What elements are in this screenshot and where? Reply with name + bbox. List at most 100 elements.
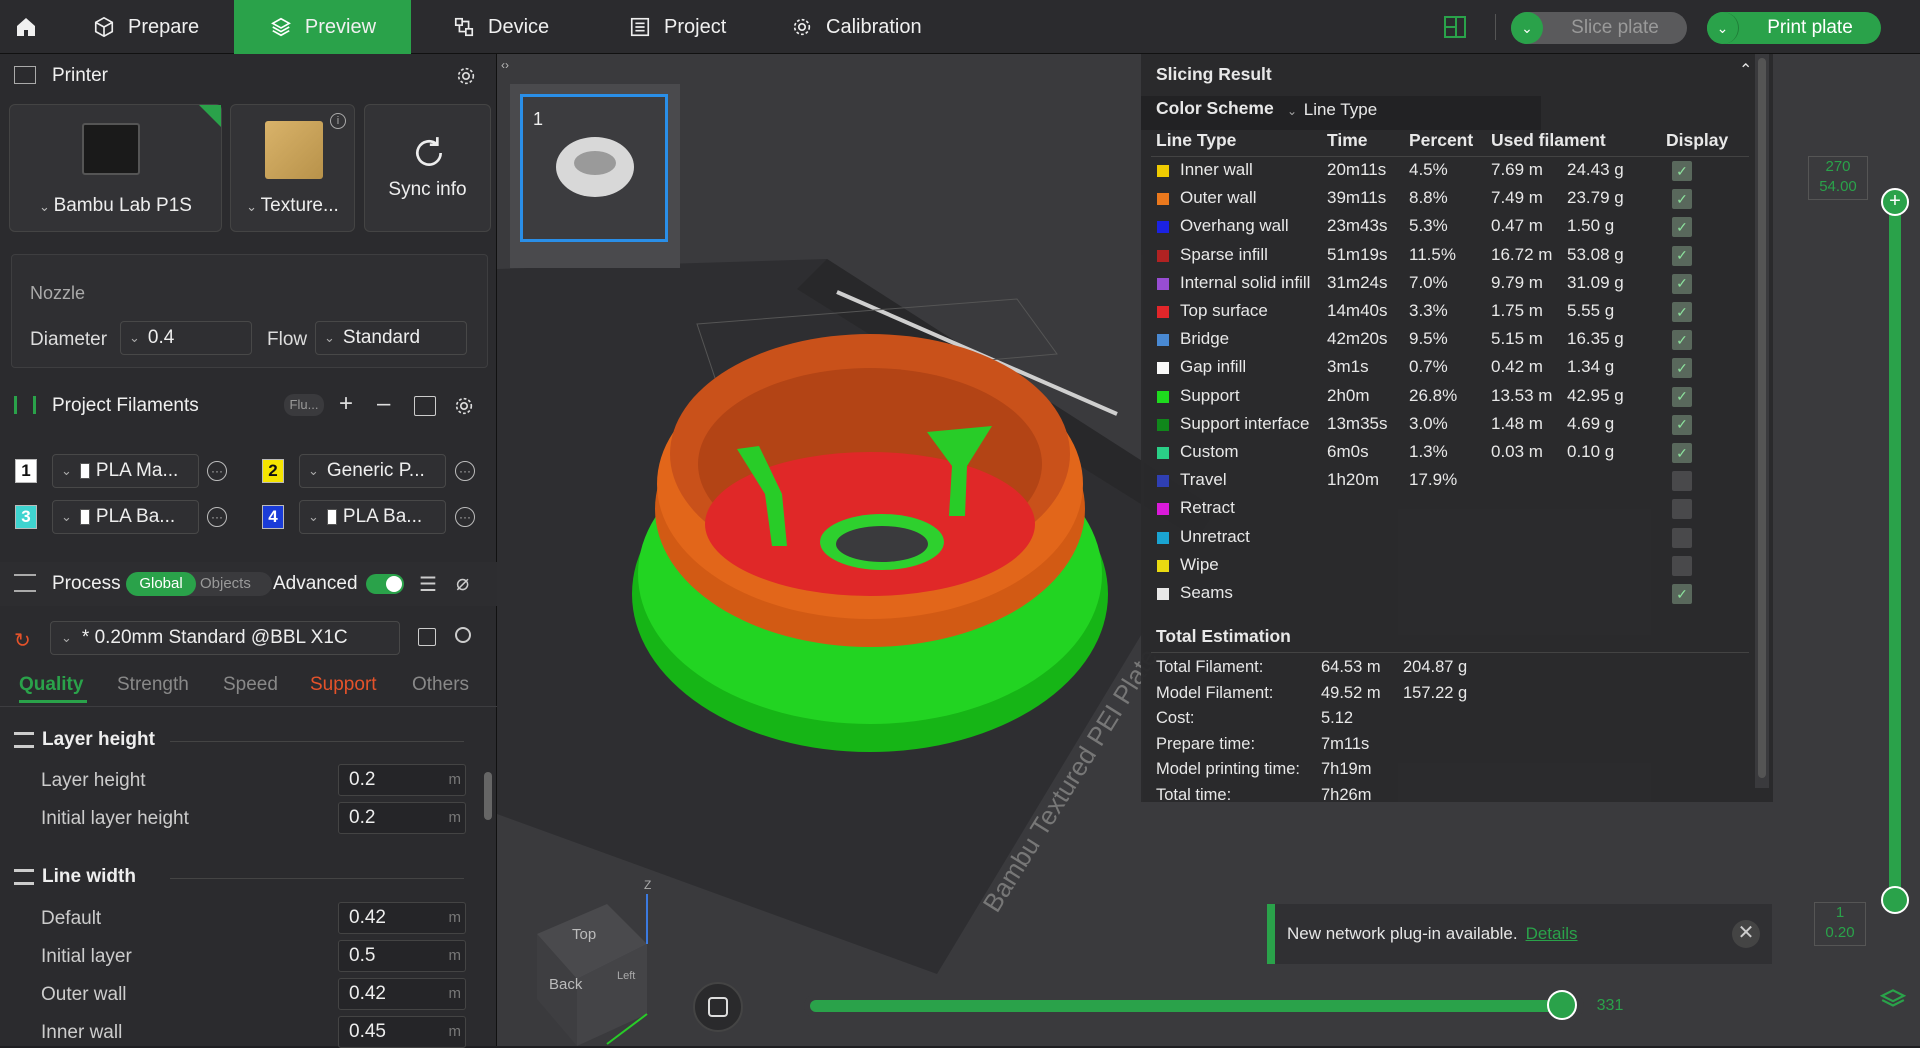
default-width-value: 0.42 — [349, 907, 386, 928]
layer-slider-bottom-handle[interactable] — [1881, 886, 1909, 914]
layer-slider-top-handle[interactable]: + — [1881, 188, 1909, 216]
tab-preview[interactable]: Preview — [234, 0, 411, 54]
display-checkbox[interactable]: ✓ — [1672, 245, 1692, 266]
tab-others[interactable]: Others — [412, 674, 469, 696]
display-checkbox[interactable]: ✓ — [1672, 330, 1692, 351]
printer-settings-icon[interactable] — [455, 65, 477, 93]
print-plate-button[interactable]: ⌄ Print plate — [1707, 12, 1881, 44]
flush-button[interactable]: Flu... — [284, 394, 324, 416]
home-button[interactable] — [14, 0, 38, 54]
slice-plate-button[interactable]: ⌄ Slice plate — [1511, 12, 1687, 44]
panel-scrollbar[interactable] — [1755, 54, 1769, 788]
settings-scrollbar[interactable] — [484, 772, 492, 820]
printer-machine-select[interactable]: ⌄ Bambu Lab P1S — [10, 195, 221, 217]
sync-info-button[interactable]: Sync info — [364, 104, 491, 232]
filament-1-select[interactable]: ⌄ PLA Ma... — [52, 454, 199, 488]
layer-height-input[interactable]: 0.2 m — [338, 764, 466, 796]
tab-support[interactable]: Support — [310, 674, 377, 696]
filament-3-select[interactable]: ⌄ PLA Ba... — [52, 500, 199, 534]
collapse-panel-icon[interactable]: ⌃ — [1739, 60, 1752, 80]
inner-wall-width-input[interactable]: 0.45 m — [338, 1016, 466, 1048]
display-checkbox[interactable]: ✓ — [1672, 161, 1692, 181]
tab-calibration-label: Calibration — [826, 15, 922, 38]
filament-4-more-icon[interactable]: ··· — [455, 507, 475, 527]
filament-1-more-icon[interactable]: ··· — [207, 461, 227, 481]
tab-strength[interactable]: Strength — [117, 674, 189, 696]
global-toggle[interactable]: Global — [126, 572, 196, 596]
filament-4-swatch[interactable]: 4 — [262, 505, 284, 529]
display-checkbox[interactable]: ✓ — [1672, 584, 1692, 604]
default-width-unit: m — [448, 909, 462, 926]
tab-quality[interactable]: Quality — [19, 674, 83, 696]
display-checkbox[interactable]: ✓ — [1672, 443, 1692, 463]
filament-3-swatch[interactable]: 3 — [15, 505, 37, 529]
process-preset-select[interactable]: ⌄ * 0.20mm Standard @BBL X1C — [50, 621, 400, 655]
display-checkbox[interactable]: ✓ — [1672, 302, 1692, 322]
layers-legend-icon[interactable] — [1879, 988, 1907, 1010]
filament-3-more-icon[interactable]: ··· — [207, 507, 227, 527]
search-icon[interactable] — [455, 627, 471, 643]
line-type-time: 51m19s — [1327, 244, 1388, 264]
line-type-swatch — [1157, 390, 1169, 403]
chevron-down-icon[interactable]: ⌄ — [1707, 12, 1739, 44]
flow-select[interactable]: ⌄ Standard — [315, 321, 467, 355]
tab-speed[interactable]: Speed — [223, 674, 278, 696]
display-checkbox[interactable]: ✓ — [1672, 414, 1692, 435]
outer-wall-width-input[interactable]: 0.42 m — [338, 978, 466, 1010]
view-cube-left-label: Left — [617, 970, 635, 982]
tab-device[interactable]: Device — [452, 0, 549, 54]
tab-project[interactable]: Project — [628, 0, 726, 54]
plate-thumbnail[interactable]: 1 — [520, 94, 668, 242]
display-checkbox[interactable]: ✓ — [1672, 358, 1692, 379]
printer-machine-card[interactable]: ⌄ Bambu Lab P1S — [9, 104, 222, 232]
filament-4-select[interactable]: ⌄ PLA Ba... — [299, 500, 446, 534]
initial-layer-width-input[interactable]: 0.5 m — [338, 940, 466, 972]
filament-1-swatch[interactable]: 1 — [15, 459, 37, 483]
move-slider-handle[interactable] — [1547, 990, 1577, 1020]
total-label: Cost: — [1156, 709, 1195, 727]
line-width-icon — [14, 869, 34, 885]
plate-type-card[interactable]: i ⌄ Texture... — [230, 104, 355, 232]
tab-prepare[interactable]: Prepare — [92, 0, 199, 54]
filament-2-more-icon[interactable]: ··· — [455, 461, 475, 481]
save-preset-icon[interactable] — [418, 628, 436, 646]
objects-toggle[interactable]: Objects — [200, 572, 251, 596]
layout-toggle-icon[interactable] — [1444, 16, 1466, 38]
default-width-input[interactable]: 0.42 m — [338, 902, 466, 934]
chevron-down-icon[interactable]: ⌄ — [1511, 12, 1543, 44]
display-checkbox[interactable]: ✓ — [1672, 386, 1692, 407]
display-checkbox[interactable]: ✓ — [1672, 471, 1692, 492]
advanced-toggle[interactable] — [366, 574, 404, 594]
layer-slider-track[interactable] — [1889, 200, 1901, 900]
display-checkbox[interactable]: ✓ — [1672, 527, 1692, 548]
line-type-swatch — [1157, 503, 1169, 516]
filament-sync-icon[interactable] — [414, 396, 436, 416]
close-icon[interactable]: ✕ — [1732, 920, 1760, 948]
filament-2-select[interactable]: ⌄ Generic P... — [299, 454, 446, 488]
info-icon[interactable]: i — [330, 113, 346, 129]
collapse-sidebar-icon[interactable]: ‹› — [501, 58, 509, 72]
plate-type-select[interactable]: ⌄ Texture... — [231, 195, 354, 217]
filament-2-swatch[interactable]: 2 — [262, 459, 284, 483]
tab-calibration[interactable]: Calibration — [790, 0, 922, 54]
line-type-meters: 13.53 m — [1491, 385, 1553, 405]
display-checkbox[interactable]: ✓ — [1672, 217, 1692, 238]
display-checkbox[interactable]: ✓ — [1672, 499, 1692, 520]
compare-icon[interactable]: ⌀ — [456, 570, 469, 596]
move-slider-track[interactable] — [804, 994, 1584, 1018]
color-scheme-select[interactable]: ⌄ Line Type — [1287, 100, 1377, 120]
initial-layer-height-input[interactable]: 0.2 m — [338, 802, 466, 834]
display-checkbox[interactable]: ✓ — [1672, 273, 1692, 294]
remove-filament-icon[interactable]: – — [377, 390, 390, 418]
line-type-meters: 16.72 m — [1491, 244, 1553, 264]
line-type-time: 3m1s — [1327, 357, 1369, 377]
notice-details-link[interactable]: Details — [1526, 924, 1578, 944]
list-view-icon[interactable]: ☰ — [419, 572, 437, 597]
display-checkbox[interactable]: ✓ — [1672, 555, 1692, 576]
filament-settings-icon[interactable] — [453, 395, 475, 423]
reset-icon[interactable]: ↻ — [14, 628, 31, 653]
camera-reset-button[interactable] — [693, 982, 743, 1032]
diameter-select[interactable]: ⌄ 0.4 — [120, 321, 252, 355]
display-checkbox[interactable]: ✓ — [1672, 189, 1692, 210]
add-filament-icon[interactable]: + — [339, 390, 353, 418]
